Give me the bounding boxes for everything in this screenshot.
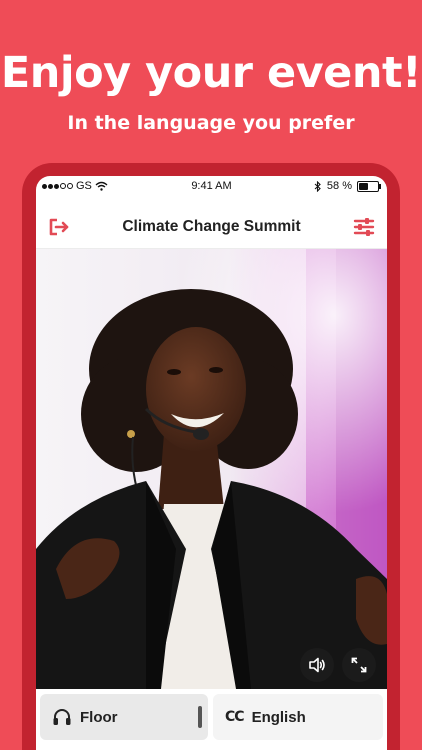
- bluetooth-icon: [314, 180, 321, 192]
- language-channel-button[interactable]: CC English: [213, 694, 383, 740]
- scroll-indicator: [198, 706, 202, 728]
- video-player[interactable]: [36, 249, 387, 689]
- promo-screen: Enjoy your event! In the language you pr…: [0, 0, 422, 750]
- battery-fill: [359, 182, 368, 190]
- status-right: 58 %: [314, 180, 381, 192]
- battery-icon: [357, 180, 381, 192]
- status-bar: GS 9:41 AM 58 %: [36, 176, 387, 198]
- floor-channel-button[interactable]: Floor: [40, 694, 208, 740]
- speaker-photo: [36, 249, 387, 689]
- closed-caption-icon: CC: [225, 709, 245, 725]
- app-bar: Climate Change Summit: [36, 206, 387, 249]
- promo-headline: Enjoy your event!: [0, 48, 422, 98]
- language-label: English: [251, 708, 306, 726]
- channel-bar: Floor CC English: [36, 692, 387, 750]
- headphones-icon: [52, 708, 72, 726]
- fullscreen-icon[interactable]: [342, 648, 376, 682]
- event-title: Climate Change Summit: [122, 218, 301, 235]
- volume-icon[interactable]: [300, 648, 334, 682]
- promo-subheadline: In the language you prefer: [67, 112, 355, 134]
- battery-percent: 58 %: [326, 180, 352, 192]
- floor-label: Floor: [80, 708, 118, 726]
- sliders-icon[interactable]: [353, 216, 375, 238]
- phone-screen: GS 9:41 AM 58 % Climate Change Summit Fl…: [36, 176, 387, 750]
